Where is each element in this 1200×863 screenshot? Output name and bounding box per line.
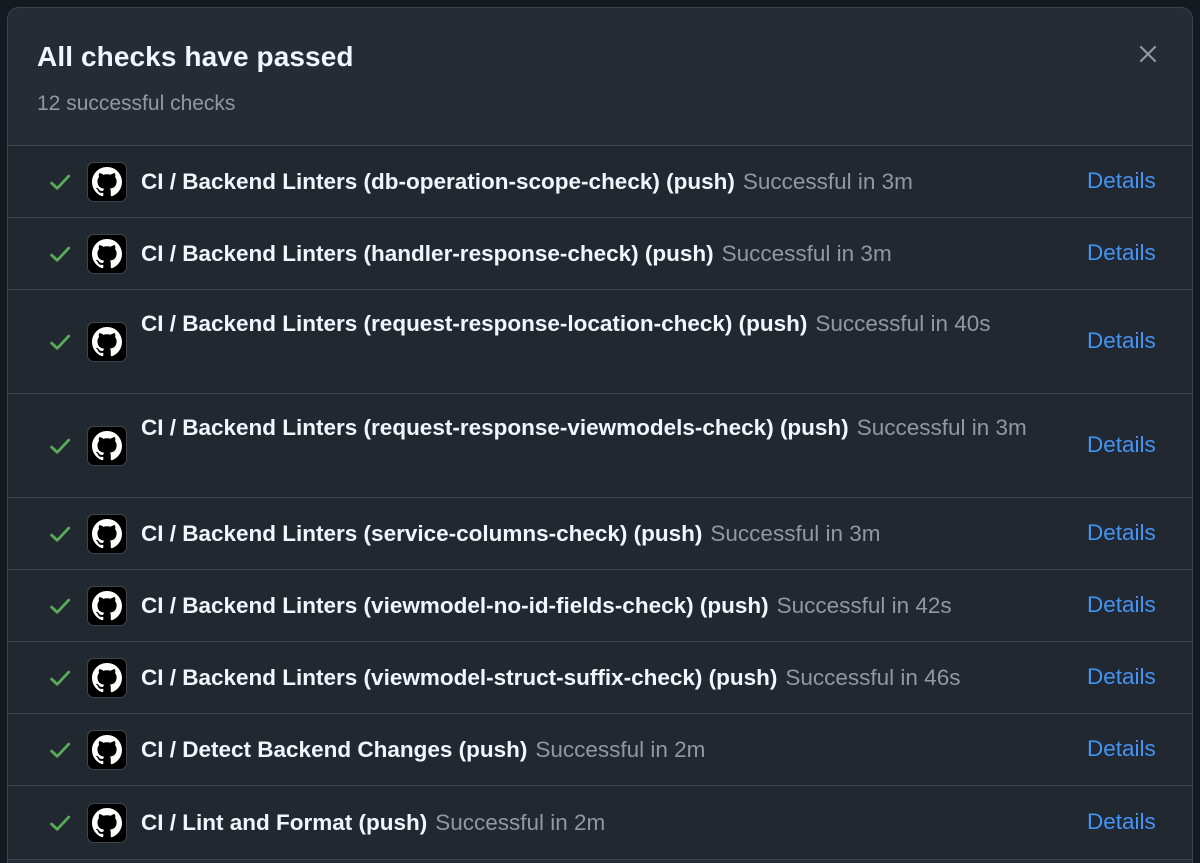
check-status: Successful in 2m [535,737,706,762]
check-status: Successful in 3m [856,415,1027,440]
check-row: CI / Backend Linters (viewmodel-struct-s… [8,642,1192,714]
dialog-title: All checks have passed [37,41,354,72]
check-status: Successful in 46s [785,665,961,690]
close-icon [1139,45,1157,63]
github-icon [87,162,127,202]
check-name: CI / Backend Linters (viewmodel-struct-s… [141,665,778,690]
checks-list: CI / Backend Linters (db-operation-scope… [8,146,1192,860]
check-text: CI / Lint and Format (push) Successful in… [141,805,1066,841]
check-row: CI / Backend Linters (request-response-v… [8,394,1192,498]
check-status: Successful in 3m [710,521,881,546]
check-icon [46,520,74,548]
check-row: CI / Backend Linters (db-operation-scope… [8,146,1192,218]
check-name: CI / Backend Linters (db-operation-scope… [141,169,735,194]
check-text: CI / Backend Linters (viewmodel-struct-s… [141,660,1066,696]
check-text: CI / Backend Linters (request-response-v… [141,410,1066,446]
github-icon [87,514,127,554]
check-icon [46,240,74,268]
check-icon [46,328,74,356]
details-link[interactable]: Details [1087,328,1156,354]
check-name: CI / Detect Backend Changes (push) [141,737,528,762]
check-row: CI / Backend Linters (request-response-l… [8,290,1192,394]
check-text: CI / Backend Linters (request-response-l… [141,306,1066,342]
check-row: CI / Backend Linters (handler-response-c… [8,218,1192,290]
github-icon [87,426,127,466]
check-icon [46,664,74,692]
details-link[interactable]: Details [1087,809,1156,835]
details-link[interactable]: Details [1087,520,1156,546]
check-text: CI / Backend Linters (db-operation-scope… [141,164,1066,200]
check-name: CI / Backend Linters (handler-response-c… [141,241,714,266]
check-icon [46,168,74,196]
details-link[interactable]: Details [1087,432,1156,458]
details-link[interactable]: Details [1087,168,1156,194]
check-status: Successful in 3m [742,169,913,194]
check-text: CI / Backend Linters (handler-response-c… [141,236,1066,272]
details-link[interactable]: Details [1087,240,1156,266]
github-icon [87,322,127,362]
github-icon [87,234,127,274]
check-name: CI / Backend Linters (viewmodel-no-id-fi… [141,593,769,618]
github-icon [87,730,127,770]
check-icon [46,736,74,764]
check-text: CI / Detect Backend Changes (push) Succes… [141,732,1066,768]
check-text: CI / Backend Linters (service-columns-ch… [141,516,1066,552]
checks-dialog: All checks have passed 12 successful che… [7,7,1193,863]
check-icon [46,432,74,460]
check-text: CI / Backend Linters (viewmodel-no-id-fi… [141,588,1066,624]
check-status: Successful in 2m [435,810,606,835]
check-name: CI / Backend Linters (request-response-v… [141,415,849,440]
details-link[interactable]: Details [1087,664,1156,690]
check-status: Successful in 40s [815,311,991,336]
github-icon [87,658,127,698]
details-link[interactable]: Details [1087,592,1156,618]
check-row: CI / Backend Linters (viewmodel-no-id-fi… [8,570,1192,642]
check-status: Successful in 3m [721,241,892,266]
check-name: CI / Backend Linters (service-columns-ch… [141,521,703,546]
dialog-subtitle: 12 successful checks [37,92,236,115]
close-button[interactable] [1132,38,1164,70]
check-row: CI / Detect Backend Changes (push) Succes… [8,714,1192,786]
check-row: CI / Lint and Format (push) Successful in… [8,786,1192,860]
check-name: CI / Backend Linters (request-response-l… [141,311,808,336]
check-icon [46,809,74,837]
github-icon [87,586,127,626]
check-icon [46,592,74,620]
check-name: CI / Lint and Format (push) [141,810,428,835]
check-row: CI / Backend Linters (service-columns-ch… [8,498,1192,570]
github-icon [87,803,127,843]
details-link[interactable]: Details [1087,736,1156,762]
check-status: Successful in 42s [776,593,952,618]
dialog-header: All checks have passed 12 successful che… [8,8,1192,146]
